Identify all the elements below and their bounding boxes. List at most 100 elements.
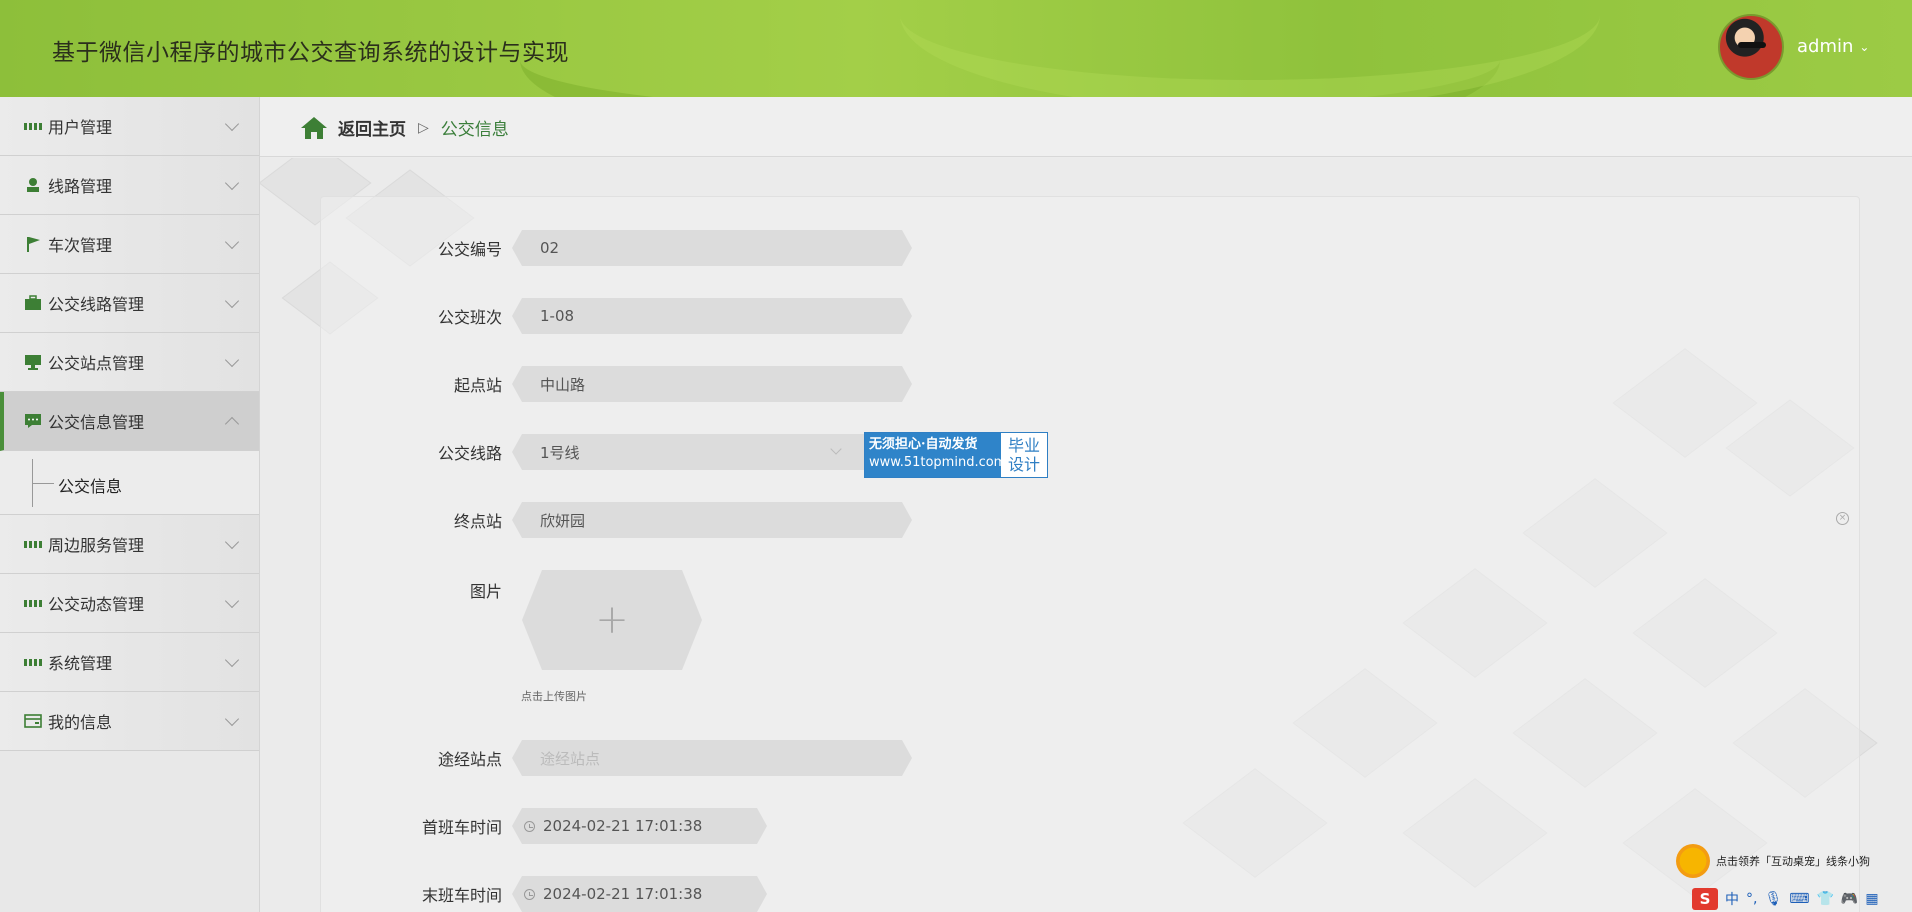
sidebar-item-bus-lines[interactable]: 公交线路管理 — [0, 274, 259, 333]
field-label: 起点站 — [453, 376, 502, 395]
grid-icon — [24, 653, 42, 671]
ime-toolbar: S 中 °, 🎙 ⌨ 👕 🎮 ▦ — [1692, 885, 1912, 912]
ad-right-1: 毕业 — [1007, 436, 1040, 455]
sidebar-item-dynamics[interactable]: 公交动态管理 — [0, 574, 259, 633]
shift-input[interactable]: 1-08 — [512, 298, 912, 334]
home-icon[interactable] — [300, 116, 328, 140]
header-decoration — [900, 0, 1600, 97]
ad-line-1: 无须担心·自动发货 — [869, 437, 978, 452]
line-select[interactable]: 1号线 — [512, 434, 912, 470]
clock-icon — [524, 889, 535, 900]
via-stations-input[interactable]: 途经站点 — [512, 740, 912, 776]
sidebar-item-routes[interactable]: 线路管理 — [0, 156, 259, 215]
user-menu[interactable]: admin ⌄ — [1797, 36, 1869, 57]
chevron-down-icon — [224, 534, 240, 550]
breadcrumb-bar: 返回主页 ▷ 公交信息 — [260, 97, 1912, 157]
start-station-input[interactable]: 中山路 — [512, 366, 912, 402]
ime-logo[interactable]: S — [1692, 887, 1718, 910]
sidebar-item-system[interactable]: 系统管理 — [0, 633, 259, 692]
sidebar: 用户管理 线路管理 车次管理 公交线路管理 公交站点管理 公交信息管理 公交信息… — [0, 97, 260, 912]
breadcrumb-home-link[interactable]: 返回主页 — [338, 115, 406, 140]
sidebar-item-label: 周边服务管理 — [48, 536, 145, 555]
sidebar-item-my-info[interactable]: 我的信息 — [0, 692, 259, 751]
form-row-shift: 公交班次 1-08 — [260, 298, 912, 334]
plus-icon: + — [595, 597, 629, 643]
form-row-bus-no: 公交编号 02 — [260, 230, 912, 266]
apps-grid-icon[interactable]: ▦ — [1865, 891, 1878, 907]
end-station-input[interactable]: 欣妍园 — [512, 502, 912, 538]
tree-line — [32, 483, 54, 484]
flag-icon — [24, 235, 42, 253]
chevron-up-icon — [224, 416, 240, 432]
field-label: 终点站 — [453, 512, 502, 531]
monitor-icon — [24, 353, 42, 371]
keyboard-icon[interactable]: ⌨ — [1789, 891, 1809, 907]
ime-tip-text: 点击领养「互动桌宠」线条小狗 — [1716, 855, 1870, 868]
sidebar-item-label: 线路管理 — [48, 177, 113, 196]
sidebar-item-label: 用户管理 — [48, 118, 113, 137]
last-bus-time-picker[interactable]: 2024-02-21 17:01:38 — [512, 876, 767, 912]
chevron-down-icon — [224, 175, 240, 191]
chevron-down-icon — [224, 352, 240, 368]
first-bus-time-value: 2024-02-21 17:01:38 — [543, 817, 703, 835]
field-label: 公交班次 — [437, 308, 502, 327]
chevron-down-icon — [224, 293, 240, 309]
grid-icon — [24, 117, 42, 135]
sun-mascot-icon — [1676, 844, 1710, 878]
sidebar-item-users[interactable]: 用户管理 — [0, 97, 259, 156]
breadcrumb-separator-icon: ▷ — [418, 119, 429, 136]
sidebar-item-label: 我的信息 — [48, 713, 113, 732]
breadcrumb: 返回主页 ▷ 公交信息 — [300, 115, 509, 140]
chevron-down-icon — [830, 443, 841, 454]
microphone-icon[interactable]: 🎙 — [1764, 891, 1782, 907]
submenu-bus-info[interactable]: 公交信息 — [0, 451, 259, 515]
ime-popup[interactable]: 点击领养「互动桌宠」线条小狗 — [1676, 844, 1912, 878]
watermark-ad: 无须担心·自动发货 www.51topmind.com 毕业 设计 — [864, 432, 1048, 478]
bus-no-input[interactable]: 02 — [512, 230, 912, 266]
field-label: 公交编号 — [437, 240, 502, 259]
ime-mode[interactable]: 中 — [1725, 889, 1739, 909]
sidebar-item-label: 公交站点管理 — [48, 354, 145, 373]
submenu-item-label: 公交信息 — [58, 477, 123, 496]
last-bus-time-value: 2024-02-21 17:01:38 — [543, 885, 703, 903]
top-header: 基于微信小程序的城市公交查询系统的设计与实现 admin ⌄ — [0, 0, 1912, 97]
chevron-down-icon — [224, 593, 240, 609]
chevron-down-icon — [224, 711, 240, 727]
sidebar-item-label: 系统管理 — [48, 654, 113, 673]
ad-right-2: 设计 — [1007, 455, 1040, 474]
image-upload-button[interactable]: + — [522, 570, 702, 670]
form-row-first-time: 首班车时间 2024-02-21 17:01:38 — [260, 808, 767, 844]
sidebar-item-stations[interactable]: 公交站点管理 — [0, 333, 259, 392]
game-icon[interactable]: 🎮 — [1841, 891, 1858, 907]
form-row-via: 途经站点 途经站点 — [260, 740, 912, 776]
first-bus-time-picker[interactable]: 2024-02-21 17:01:38 — [512, 808, 767, 844]
sidebar-item-label: 车次管理 — [48, 236, 113, 255]
grid-icon — [24, 535, 42, 553]
sidebar-item-trips[interactable]: 车次管理 — [0, 215, 259, 274]
sidebar-item-bus-info[interactable]: 公交信息管理 — [0, 392, 259, 451]
field-label: 图片 — [469, 582, 502, 601]
upload-tip: 点击上传图片 — [521, 690, 587, 703]
form-row-line: 公交线路 1号线 — [260, 434, 912, 470]
close-icon[interactable]: × — [1836, 512, 1849, 525]
field-label: 公交线路 — [437, 444, 502, 463]
chevron-down-icon — [224, 116, 240, 132]
sidebar-item-nearby[interactable]: 周边服务管理 — [0, 515, 259, 574]
chevron-down-icon: ⌄ — [1859, 39, 1870, 54]
card-icon — [24, 712, 42, 730]
chevron-down-icon — [224, 234, 240, 250]
form-row-last-time: 末班车时间 2024-02-21 17:01:38 — [260, 876, 767, 912]
main-content: 公交编号 02 公交班次 1-08 起点站 中山路 公交线路 1号线 终点站 欣… — [260, 158, 1912, 912]
chevron-down-icon — [224, 652, 240, 668]
shirt-icon[interactable]: 👕 — [1816, 891, 1833, 907]
ad-line-2: www.51topmind.com — [869, 455, 1007, 470]
avatar[interactable] — [1718, 14, 1784, 80]
field-label: 末班车时间 — [421, 886, 502, 905]
form-row-start: 起点站 中山路 — [260, 366, 912, 402]
app-title: 基于微信小程序的城市公交查询系统的设计与实现 — [52, 40, 569, 66]
punctuation-icon[interactable]: °, — [1746, 891, 1757, 907]
breadcrumb-current: 公交信息 — [440, 120, 509, 140]
user-icon — [24, 176, 42, 194]
briefcase-icon — [24, 294, 42, 312]
sidebar-item-label: 公交线路管理 — [48, 295, 145, 314]
